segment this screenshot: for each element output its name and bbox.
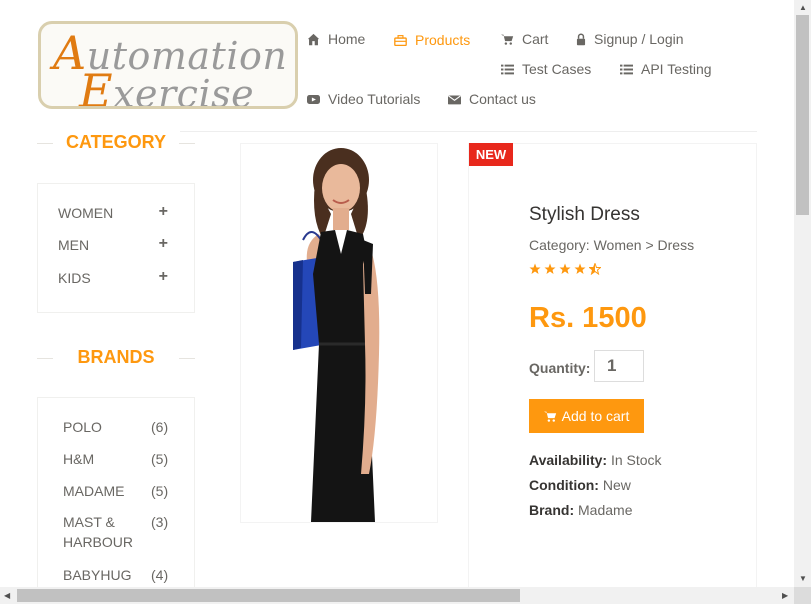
expand-kids-icon[interactable]: + [159,268,168,286]
nav-products[interactable]: Products [394,32,470,48]
youtube-icon [307,93,320,106]
home-icon [307,33,320,46]
category-title: CATEGORY [37,132,195,153]
star-icon [544,263,556,274]
star-half-icon [589,263,601,275]
quantity-input[interactable] [594,350,644,382]
availability: Availability: In Stock [529,452,662,468]
nav-video-tutorials[interactable]: Video Tutorials [307,91,420,107]
category-kids[interactable]: KIDS [58,270,91,286]
nav-test-cases[interactable]: Test Cases [501,61,591,77]
category-women[interactable]: WOMEN [58,205,113,221]
quantity-label: Quantity: [529,360,591,376]
expand-men-icon[interactable]: + [159,235,168,253]
product-name: Stylish Dress [529,204,640,225]
list-icon [620,63,633,76]
brands-title: BRANDS [37,347,195,368]
nav-signup-login[interactable]: Signup / Login [576,31,684,47]
lock-icon [576,33,586,46]
add-to-cart-label: Add to cart [561,408,630,424]
scroll-up-arrow-icon[interactable]: ▲ [799,3,807,12]
scroll-down-arrow-icon[interactable]: ▼ [799,574,807,583]
logo-line-2: Exercise [79,64,255,109]
envelope-icon [448,93,461,106]
brand: Brand: Madame [529,502,633,518]
brand-mast-harbour[interactable]: MAST & HARBOUR (3) [63,514,193,552]
product-price: Rs. 1500 [529,302,647,334]
star-icon [574,263,586,274]
brand-madame[interactable]: MADAME (5) [63,483,193,499]
star-icon [529,263,541,274]
brand-babyhug[interactable]: BABYHUG (4) [63,567,193,583]
category-panel: WOMEN + MEN + KIDS + [37,183,195,313]
nav-api-testing[interactable]: API Testing [620,61,712,77]
add-to-cart-button[interactable]: Add to cart [529,399,644,433]
brand-hm[interactable]: H&M (5) [63,451,193,467]
horizontal-scroll-thumb[interactable] [17,589,520,602]
brand-polo[interactable]: POLO (6) [63,419,193,435]
rating-stars [529,263,601,275]
site-logo[interactable]: Automation Exercise [38,21,298,109]
expand-women-icon[interactable]: + [159,203,168,221]
product-photo [293,148,380,522]
brands-panel: POLO (6) H&M (5) MADAME (5) MAST & HARBOUR(… [37,397,195,587]
products-icon [394,34,407,47]
nav-home[interactable]: Home [307,31,365,47]
vertical-scroll-thumb[interactable] [796,15,809,215]
scroll-right-arrow-icon[interactable]: ▶ [782,591,788,600]
header-divider [180,131,757,132]
condition: Condition: New [529,477,631,493]
product-image [240,143,438,523]
star-icon [559,263,571,274]
scroll-left-arrow-icon[interactable]: ◀ [4,591,10,600]
scrollbar-corner [794,587,811,604]
list-icon [501,63,514,76]
cart-icon [543,410,557,423]
new-badge: NEW [469,143,513,166]
cart-icon [501,33,514,46]
nav-contact-us[interactable]: Contact us [448,91,536,107]
nav-cart[interactable]: Cart [501,31,548,47]
product-category: Category: Women > Dress [529,237,695,253]
category-men[interactable]: MEN [58,237,89,253]
